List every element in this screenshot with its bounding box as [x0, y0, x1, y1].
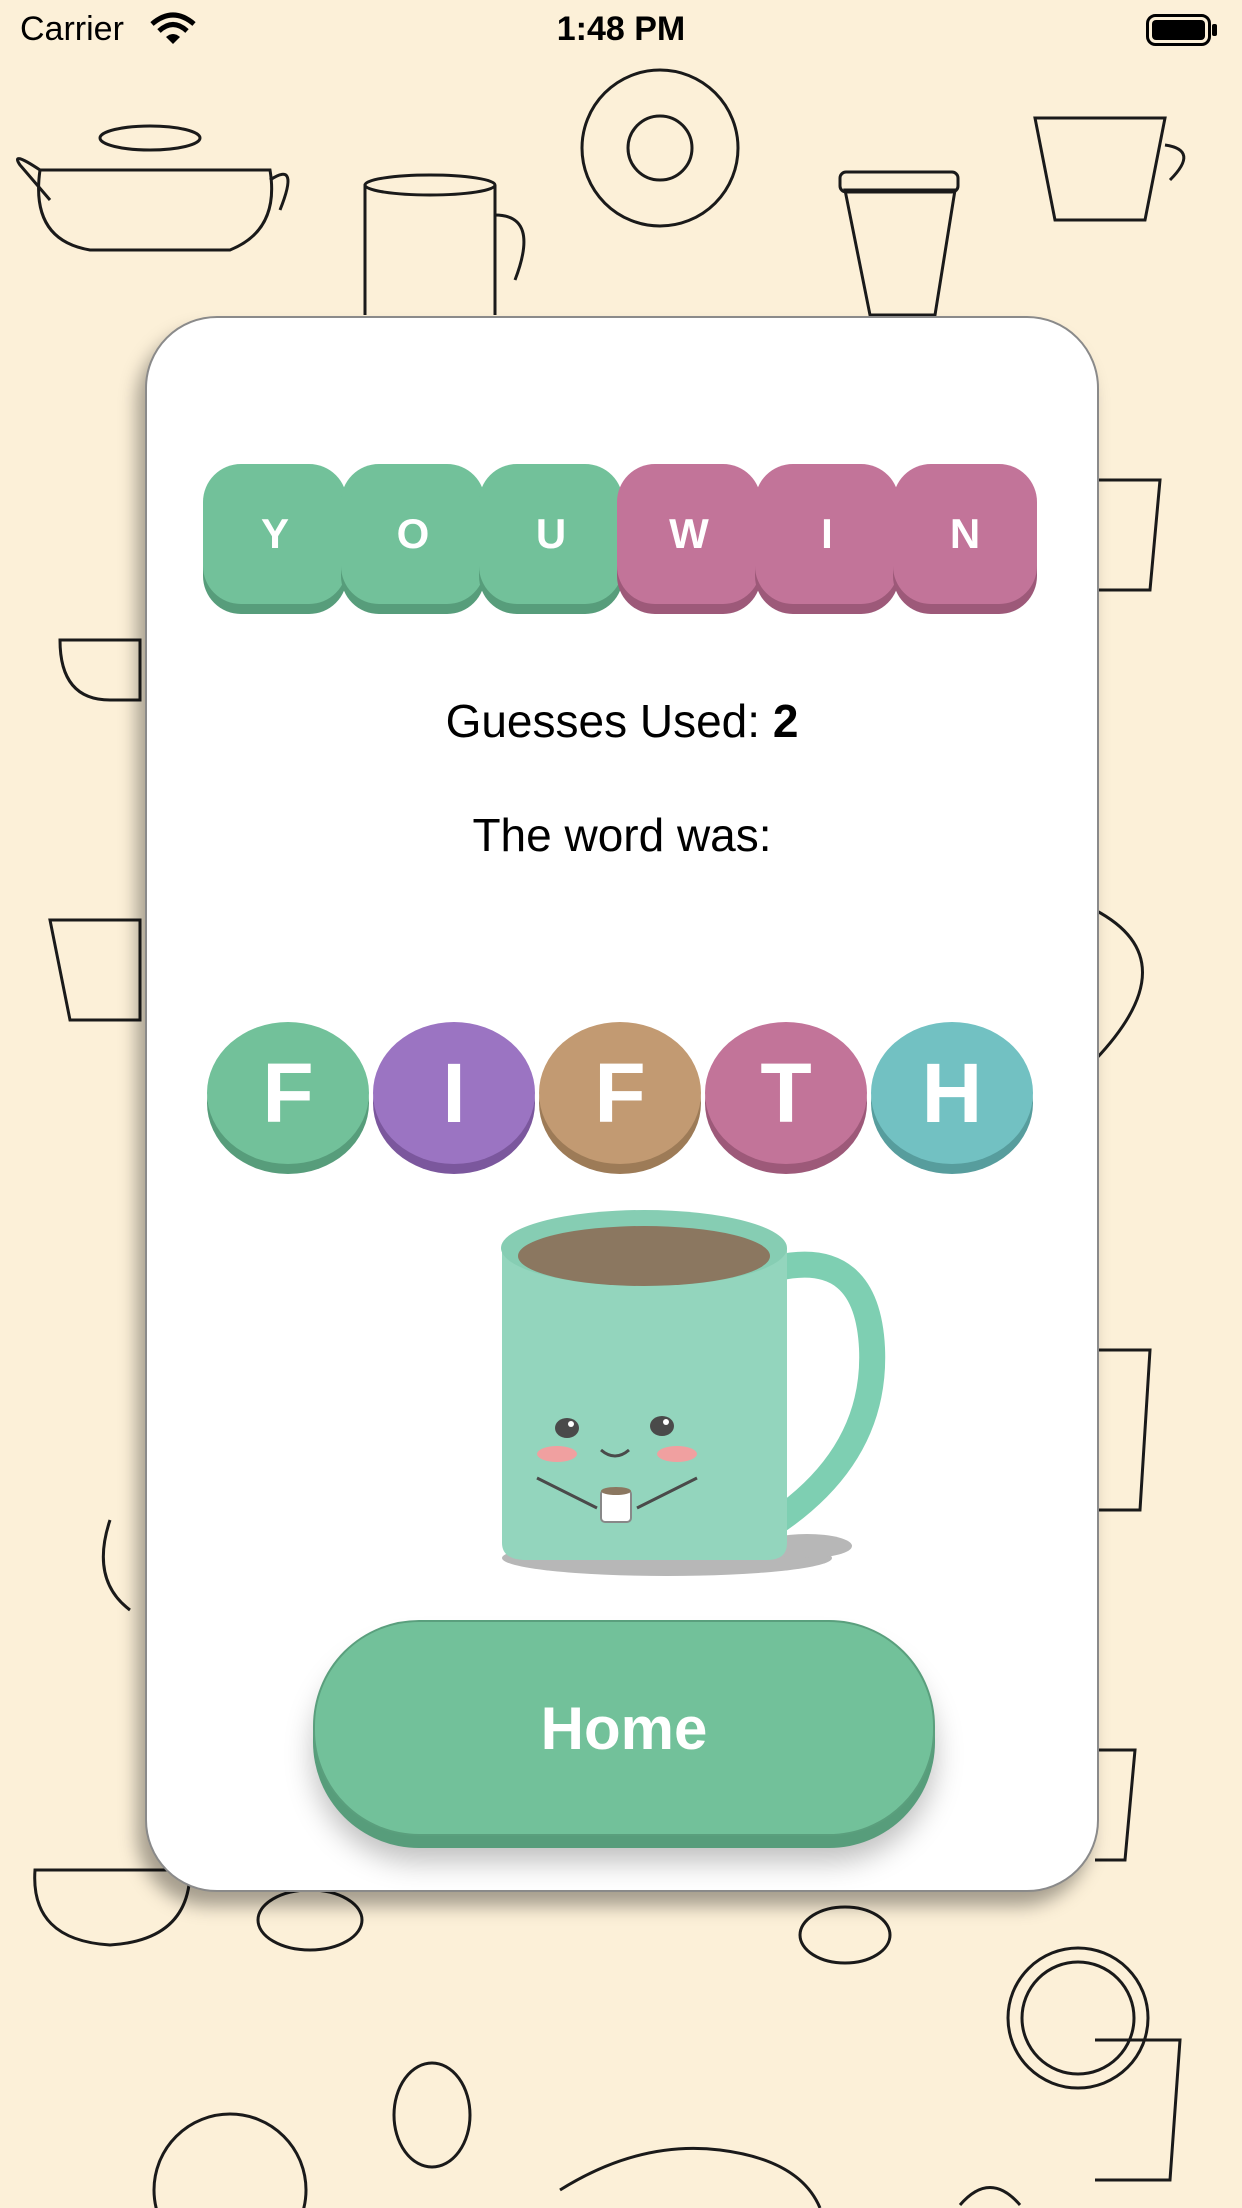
answer-letter: T	[705, 1022, 867, 1164]
result-tile: W	[617, 464, 761, 604]
result-tile: I	[755, 464, 899, 604]
answer-letter: I	[373, 1022, 535, 1164]
home-button[interactable]: Home	[313, 1620, 935, 1836]
happy-mug-illustration	[501, 1210, 886, 1576]
result-tile: O	[341, 464, 485, 604]
answer-letter: H	[871, 1022, 1033, 1164]
guesses-used: Guesses Used: 2	[147, 694, 1097, 748]
guesses-used-label: Guesses Used:	[445, 695, 761, 747]
word-reveal-label: The word was:	[472, 809, 772, 861]
you-win-tiles: Y O U W I N	[203, 464, 1043, 614]
clock: 1:48 PM	[556, 10, 686, 48]
result-tile: Y	[203, 464, 347, 604]
answer-letter: F	[539, 1022, 701, 1164]
result-card: Y O U W I N Guesses Used: 2 The word was…	[145, 316, 1099, 1892]
status-bar: Carrier 1:48 PM	[0, 0, 1242, 62]
answer-word: F I F T H	[207, 1022, 1037, 1182]
battery-icon	[1146, 14, 1217, 46]
answer-letter: F	[207, 1022, 369, 1164]
guesses-used-value: 2	[772, 695, 799, 747]
result-tile: U	[479, 464, 623, 604]
result-tile: N	[893, 464, 1037, 604]
